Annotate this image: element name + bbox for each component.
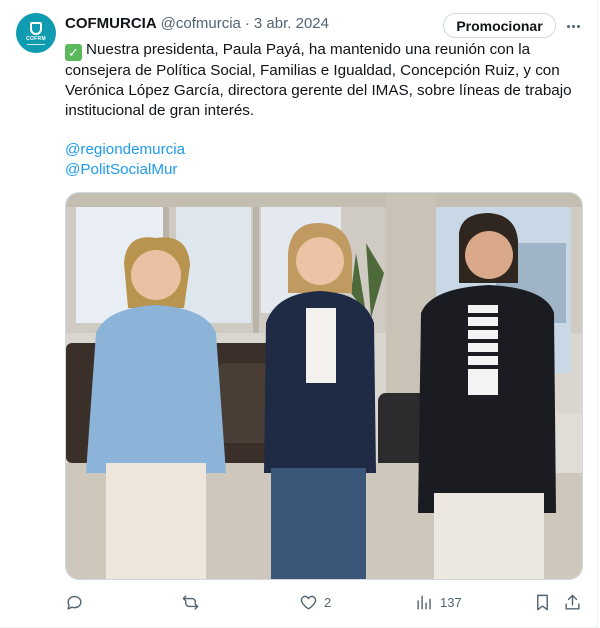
avatar-logo-text: COFRM [26,35,46,42]
tweet-text-line-4: institucional de gran interés. [65,102,255,119]
views-count: 137 [440,595,462,610]
tweet-header: COFMURCIA @cofmurcia · 3 abr. 2024 [65,14,329,34]
like-count: 2 [324,595,332,610]
tweet-date[interactable]: 3 abr. 2024 [254,14,329,34]
tweet-text-line-2: consejera de Política Social, Familias e… [65,62,560,79]
retweet-button[interactable] [181,593,206,612]
like-button[interactable]: 2 [299,593,331,612]
heart-icon [300,595,317,610]
reply-icon [67,595,82,610]
tweet-card[interactable]: COFRM COFMURCIA @cofmurcia · 3 abr. 2024… [0,0,598,628]
bookmark-button[interactable] [533,593,552,612]
bookmark-icon [537,594,548,611]
share-icon [565,594,580,610]
more-options-icon[interactable] [563,14,583,38]
cofrm-logo-icon [30,21,42,35]
tweet-text-line: ✓ Nuestra presidenta, Paula Payá, ha mant… [65,40,585,61]
check-mark-icon: ✓ [65,44,82,61]
views-chart-icon [417,595,431,610]
tweet-text: ✓ Nuestra presidenta, Paula Payá, ha mant… [65,40,585,121]
mention-link-politsocialmur[interactable]: @PolitSocialMur [65,160,177,180]
mention-link-regiondemurcia[interactable]: @regiondemurcia [65,140,185,160]
reply-button[interactable] [65,593,90,612]
account-name[interactable]: COFMURCIA [65,14,157,34]
avatar[interactable]: COFRM [16,13,56,53]
tweet-text-line-1: Nuestra presidenta, Paula Payá, ha mante… [86,41,531,58]
header-separator: · [244,15,250,32]
tweet-photo[interactable] [65,192,583,580]
tweet-actions: 2 137 [0,590,598,618]
more-dot [566,24,570,28]
avatar-logo-underline [27,43,45,45]
more-dot [571,24,575,28]
more-dot [576,24,580,28]
share-button[interactable] [563,593,582,612]
account-handle[interactable]: @cofmurcia [161,14,241,34]
retweet-icon [182,595,199,610]
promote-button[interactable]: Promocionar [443,13,556,38]
photo-three-women-office [66,193,582,579]
views-button[interactable]: 137 [415,593,462,612]
tweet-text-line-3: Verónica López García, directora gerente… [65,82,572,99]
